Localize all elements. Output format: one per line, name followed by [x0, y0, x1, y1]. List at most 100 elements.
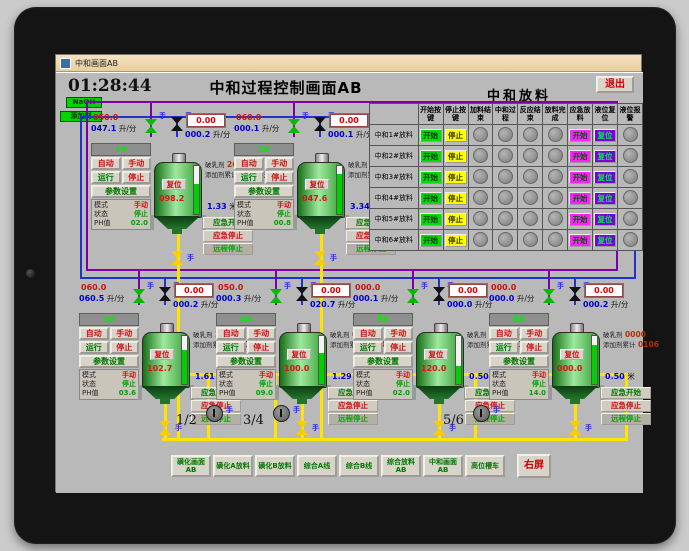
start-button[interactable]: 开始: [419, 233, 442, 247]
start-button[interactable]: 开始: [419, 191, 442, 205]
additive-valve-icon[interactable]: [159, 287, 171, 301]
level-reset-button[interactable]: 复位: [594, 233, 617, 247]
additive-valve-icon[interactable]: [433, 287, 445, 301]
remote-stop-button[interactable]: 远程停止: [601, 413, 651, 425]
emergency-discharge-button[interactable]: 开始: [569, 212, 592, 226]
status-lamp: [472, 147, 488, 163]
nav-button-9[interactable]: 右屏: [517, 454, 551, 478]
auto-button[interactable]: 自动: [489, 327, 519, 340]
auto-button[interactable]: 自动: [353, 327, 383, 340]
inlet-valve-icon[interactable]: [543, 289, 555, 303]
emergency-start-button[interactable]: 应急开始: [601, 387, 651, 399]
stop-button[interactable]: 停止: [383, 341, 413, 354]
nav-button-1[interactable]: 磺化画面AB: [171, 455, 211, 477]
manual-button[interactable]: 手动: [264, 157, 294, 170]
run-button[interactable]: 运行: [353, 341, 383, 354]
params-button[interactable]: 参数设置: [79, 355, 139, 368]
stop-button[interactable]: 停止: [444, 233, 467, 247]
stop-button[interactable]: 停止: [519, 341, 549, 354]
manual-button[interactable]: 手动: [519, 327, 549, 340]
stop-button[interactable]: 停止: [121, 171, 151, 184]
manual-button[interactable]: 手动: [383, 327, 413, 340]
additive-valve-icon[interactable]: [569, 287, 581, 301]
stop-button[interactable]: 停止: [444, 170, 467, 184]
start-button[interactable]: 开始: [419, 170, 442, 184]
stop-button[interactable]: 停止: [246, 341, 276, 354]
manual-button[interactable]: 手动: [121, 157, 151, 170]
nav-button-6[interactable]: 综合放料AB: [381, 455, 421, 477]
discharge-valve-icon[interactable]: [171, 251, 183, 265]
manual-button[interactable]: 手动: [109, 327, 139, 340]
nav-button-5[interactable]: 综合B线: [339, 455, 379, 477]
bottom-nav-bar: 磺化画面AB 磺化A放料 磺化B放料 综合A线 综合B线 综合放料AB 中和画面AB 高位槽车…: [171, 453, 553, 479]
start-button[interactable]: 开始: [419, 149, 442, 163]
stop-button[interactable]: 停止: [109, 341, 139, 354]
emergency-stop-button[interactable]: 应急停止: [601, 400, 651, 412]
tank-reset-button[interactable]: 复位: [287, 349, 311, 360]
params-button[interactable]: 参数设置: [91, 185, 151, 198]
params-button[interactable]: 参数设置: [216, 355, 276, 368]
nav-button-4[interactable]: 综合A线: [297, 455, 337, 477]
discharge-valve-icon[interactable]: [159, 421, 171, 435]
level-reset-button[interactable]: 复位: [594, 149, 617, 163]
auto-button[interactable]: 自动: [216, 327, 246, 340]
run-button[interactable]: 运行: [489, 341, 519, 354]
pump-icon[interactable]: [473, 405, 490, 422]
run-button[interactable]: 运行: [216, 341, 246, 354]
start-button[interactable]: 开始: [419, 128, 442, 142]
inlet-valve-icon[interactable]: [145, 119, 157, 133]
params-button[interactable]: 参数设置: [234, 185, 294, 198]
exit-button[interactable]: 退出: [596, 76, 634, 93]
run-button[interactable]: 运行: [234, 171, 264, 184]
discharge-valve-icon[interactable]: [569, 421, 581, 435]
nav-button-3[interactable]: 磺化B放料: [255, 455, 295, 477]
emergency-discharge-button[interactable]: 开始: [569, 191, 592, 205]
emergency-discharge-button[interactable]: 开始: [569, 128, 592, 142]
level-reset-button[interactable]: 复位: [594, 191, 617, 205]
run-button[interactable]: 运行: [91, 171, 121, 184]
nav-button-2[interactable]: 磺化A放料: [213, 455, 253, 477]
stop-button[interactable]: 停止: [444, 149, 467, 163]
manual-button[interactable]: 手动: [246, 327, 276, 340]
nav-button-8[interactable]: 高位槽车: [465, 455, 505, 477]
inlet-valve-icon[interactable]: [407, 289, 419, 303]
emergency-discharge-button[interactable]: 开始: [569, 233, 592, 247]
nav-button-7[interactable]: 中和画面AB: [423, 455, 463, 477]
additive-valve-icon[interactable]: [171, 117, 183, 131]
additive-valve-icon[interactable]: [314, 117, 326, 131]
tank-reset-button[interactable]: 复位: [162, 179, 186, 190]
inlet-valve-icon[interactable]: [270, 289, 282, 303]
emergency-discharge-button[interactable]: 开始: [569, 170, 592, 184]
stop-button[interactable]: 停止: [444, 128, 467, 142]
stop-button[interactable]: 停止: [444, 212, 467, 226]
level-reset-button[interactable]: 复位: [594, 212, 617, 226]
auto-button[interactable]: 自动: [234, 157, 264, 170]
level-reset-button[interactable]: 复位: [594, 170, 617, 184]
stop-button[interactable]: 停止: [264, 171, 294, 184]
params-button[interactable]: 参数设置: [353, 355, 413, 368]
level-reset-button[interactable]: 复位: [594, 128, 617, 142]
params-button[interactable]: 参数设置: [489, 355, 549, 368]
flow-actual: 060.5 升/分: [79, 294, 125, 303]
start-button[interactable]: 开始: [419, 212, 442, 226]
pump-icon[interactable]: [273, 405, 290, 422]
auto-button[interactable]: 自动: [79, 327, 109, 340]
inlet-valve-icon[interactable]: [133, 289, 145, 303]
emergency-discharge-button[interactable]: 开始: [569, 149, 592, 163]
tank-reset-button[interactable]: 复位: [150, 349, 174, 360]
tank-reset-button[interactable]: 复位: [560, 349, 584, 360]
tank-leg: [412, 385, 416, 400]
additive-valve-icon[interactable]: [296, 287, 308, 301]
column-header: 开始按键: [417, 103, 444, 125]
inlet-valve-icon[interactable]: [288, 119, 300, 133]
tank-reset-button[interactable]: 复位: [305, 179, 329, 190]
discharge-valve-icon[interactable]: [314, 251, 326, 265]
pump-icon[interactable]: [206, 405, 223, 422]
stop-button[interactable]: 停止: [444, 191, 467, 205]
tank-reset-button[interactable]: 复位: [424, 349, 448, 360]
mode-value: 手动: [396, 371, 410, 379]
auto-button[interactable]: 自动: [91, 157, 121, 170]
discharge-valve-icon[interactable]: [296, 421, 308, 435]
tank-body: 复位 100.0: [279, 332, 327, 388]
run-button[interactable]: 运行: [79, 341, 109, 354]
